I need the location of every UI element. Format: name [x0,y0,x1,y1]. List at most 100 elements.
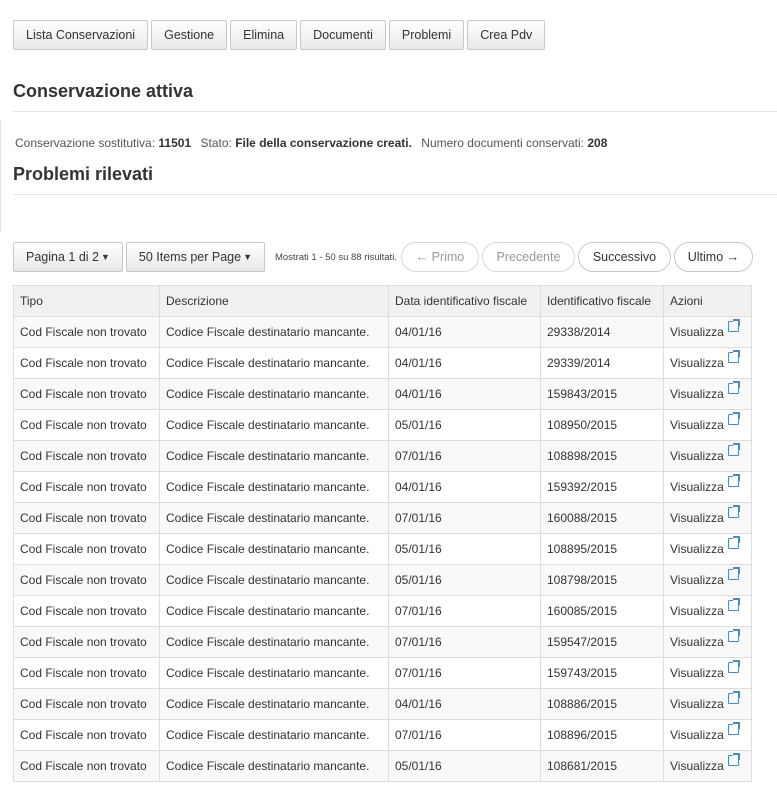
cell-identificativo: 108681/2015 [540,750,664,782]
documenti-button[interactable]: Documenti [300,20,386,50]
cell-tipo: Cod Fiscale non trovato [13,750,160,782]
items-per-page-label: 50 Items per Page [138,250,242,264]
cell-descrizione: Codice Fiscale destinatario mancante. [159,564,389,596]
external-link-icon[interactable] [727,753,740,766]
visualizza-link[interactable]: Visualizza [670,635,724,649]
num-docs-value: 208 [587,136,608,150]
cell-identificativo: 108895/2015 [540,533,664,565]
cell-descrizione: Codice Fiscale destinatario mancante. [159,316,389,348]
table-row: Cod Fiscale non trovato Codice Fiscale de… [13,657,752,689]
cell-descrizione: Codice Fiscale destinatario mancante. [159,595,389,627]
cell-data: 07/01/16 [388,502,541,534]
external-link-icon[interactable] [727,629,740,642]
external-link-icon[interactable] [727,536,740,549]
cell-identificativo: 29338/2014 [540,316,664,348]
pagination-bar: Pagina 1 di 2 ▼ 50 Items per Page ▼ Most… [13,242,753,272]
table-row: Cod Fiscale non trovato Codice Fiscale de… [13,316,752,348]
visualizza-link[interactable]: Visualizza [670,325,724,339]
cell-tipo: Cod Fiscale non trovato [13,564,160,596]
external-link-icon[interactable] [727,474,740,487]
elimina-button[interactable]: Elimina [230,20,298,50]
divider [13,111,777,112]
external-link-icon[interactable] [727,381,740,394]
cell-descrizione: Codice Fiscale destinatario mancante. [159,688,389,720]
visualizza-link[interactable]: Visualizza [670,418,724,432]
cell-descrizione: Codice Fiscale destinatario mancante. [159,750,389,782]
items-per-page-dropdown[interactable]: 50 Items per Page ▼ [125,242,265,272]
cell-data: 05/01/16 [388,564,541,596]
visualizza-link[interactable]: Visualizza [670,697,724,711]
external-link-icon[interactable] [727,660,740,673]
lista-conservazioni-button[interactable]: Lista Conservazioni [13,20,149,50]
table-row: Cod Fiscale non trovato Codice Fiscale de… [13,409,752,441]
table-header-row: Tipo Descrizione Data identificativo fis… [13,285,752,317]
external-link-icon[interactable] [727,319,740,332]
table-row: Cod Fiscale non trovato Codice Fiscale de… [13,719,752,751]
external-link-icon[interactable] [727,443,740,456]
cell-descrizione: Codice Fiscale destinatario mancante. [159,533,389,565]
cell-tipo: Cod Fiscale non trovato [13,595,160,627]
cell-azioni: Visualizza [663,471,752,503]
cell-descrizione: Codice Fiscale destinatario mancante. [159,719,389,751]
visualizza-link[interactable]: Visualizza [670,480,724,494]
visualizza-link[interactable]: Visualizza [670,356,724,370]
stato-value: File della conservazione creati. [235,136,412,150]
cell-descrizione: Codice Fiscale destinatario mancante. [159,657,389,689]
cell-descrizione: Codice Fiscale destinatario mancante. [159,626,389,658]
visualizza-link[interactable]: Visualizza [670,573,724,587]
previous-page-button[interactable]: Precedente [481,242,575,272]
cell-data: 04/01/16 [388,316,541,348]
cell-descrizione: Codice Fiscale destinatario mancante. [159,471,389,503]
table-row: Cod Fiscale non trovato Codice Fiscale de… [13,750,752,782]
cell-tipo: Cod Fiscale non trovato [13,347,160,379]
cell-azioni: Visualizza [663,316,752,348]
visualizza-link[interactable]: Visualizza [670,542,724,556]
cell-identificativo: 108798/2015 [540,564,664,596]
external-link-icon[interactable] [727,691,740,704]
external-link-icon[interactable] [727,350,740,363]
visualizza-link[interactable]: Visualizza [670,511,724,525]
caret-down-icon: ▼ [100,252,110,262]
cell-data: 07/01/16 [388,719,541,751]
last-page-button[interactable]: Ultimo → [673,242,753,272]
table-row: Cod Fiscale non trovato Codice Fiscale de… [13,626,752,658]
cell-data: 05/01/16 [388,409,541,441]
visualizza-link[interactable]: Visualizza [670,449,724,463]
first-page-button[interactable]: ← Primo [400,242,479,272]
external-link-icon[interactable] [727,722,740,735]
next-page-button[interactable]: Successivo [577,242,671,272]
cell-descrizione: Codice Fiscale destinatario mancante. [159,502,389,534]
column-header-identificativo: Identificativo fiscale [540,285,664,317]
column-header-azioni: Azioni [663,285,752,317]
cell-descrizione: Codice Fiscale destinatario mancante. [159,378,389,410]
visualizza-link[interactable]: Visualizza [670,387,724,401]
results-count: Mostrati 1 - 50 su 88 risultati. [274,251,397,263]
visualizza-link[interactable]: Visualizza [670,728,724,742]
cell-data: 07/01/16 [388,657,541,689]
num-docs-label: Numero documenti conservati: [421,136,585,150]
gestione-button[interactable]: Gestione [151,20,228,50]
cons-value: 11501 [158,136,192,150]
crea-pdv-button[interactable]: Crea Pdv [467,20,546,50]
cell-tipo: Cod Fiscale non trovato [13,533,160,565]
external-link-icon[interactable] [727,505,740,518]
page-select-dropdown[interactable]: Pagina 1 di 2 ▼ [13,242,123,272]
visualizza-link[interactable]: Visualizza [670,759,724,773]
external-link-icon[interactable] [727,412,740,425]
cell-data: 07/01/16 [388,626,541,658]
cell-tipo: Cod Fiscale non trovato [13,316,160,348]
cell-azioni: Visualizza [663,750,752,782]
column-header-data: Data identificativo fiscale [388,285,541,317]
cell-data: 05/01/16 [388,533,541,565]
stato-label: Stato: [200,136,232,150]
cell-data: 04/01/16 [388,688,541,720]
external-link-icon[interactable] [727,567,740,580]
visualizza-link[interactable]: Visualizza [670,666,724,680]
problemi-button[interactable]: Problemi [388,20,465,50]
external-link-icon[interactable] [727,598,740,611]
cell-identificativo: 159392/2015 [540,471,664,503]
cell-azioni: Visualizza [663,595,752,627]
visualizza-link[interactable]: Visualizza [670,604,724,618]
conservation-info: Conservazione sostitutiva: 11501 Stato: … [15,136,607,150]
table-row: Cod Fiscale non trovato Codice Fiscale de… [13,564,752,596]
